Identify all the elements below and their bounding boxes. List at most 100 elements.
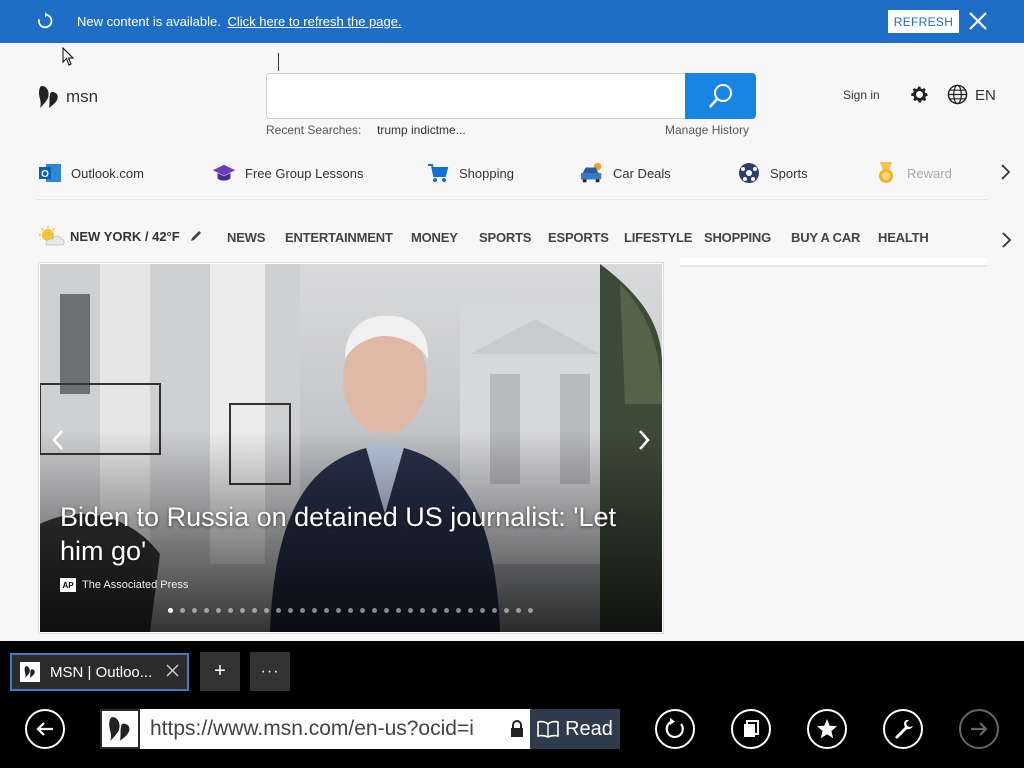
carousel-dot[interactable] — [384, 608, 389, 613]
carousel-dot[interactable] — [192, 608, 197, 613]
carousel-dot[interactable] — [180, 608, 185, 613]
close-icon[interactable] — [968, 11, 988, 31]
reading-view-button[interactable]: Read — [530, 709, 620, 749]
refresh-page-link[interactable]: Click here to refresh the page. — [227, 14, 401, 29]
carousel-dot[interactable] — [492, 608, 497, 613]
nav-sports[interactable]: SPORTS — [479, 230, 531, 245]
carousel-dot[interactable] — [216, 608, 221, 613]
language-selector[interactable]: EN — [975, 87, 996, 104]
text-caret — [278, 53, 279, 71]
carousel-dot[interactable] — [420, 608, 425, 613]
new-tab-button[interactable]: + — [200, 652, 240, 691]
hero-source: AP The Associated Press — [60, 578, 188, 592]
site-favicon-icon — [100, 709, 140, 749]
ap-logo: AP — [60, 578, 76, 592]
manage-history-link[interactable]: Manage History — [665, 123, 749, 137]
carousel-dot[interactable] — [480, 608, 485, 613]
quick-link-rewards[interactable]: Reward — [874, 155, 952, 191]
read-label: Read — [565, 717, 613, 740]
nav-lifestyle[interactable]: LIFESTYLE — [624, 230, 692, 245]
more-tabs-button[interactable]: ··· — [250, 652, 290, 691]
browser-tab[interactable]: MSN | Outloo... — [10, 653, 189, 691]
carousel-dot[interactable] — [228, 608, 233, 613]
partly-sunny-icon — [39, 226, 65, 246]
carousel-dot[interactable] — [312, 608, 317, 613]
gear-icon[interactable] — [909, 84, 930, 105]
carousel-dot[interactable] — [276, 608, 281, 613]
search-button[interactable] — [685, 73, 756, 119]
nav-entertainment[interactable]: ENTERTAINMENT — [285, 230, 393, 245]
carousel-dot[interactable] — [264, 608, 269, 613]
quick-link-shopping[interactable]: Shopping — [426, 155, 514, 191]
msn-logo[interactable]: msn — [38, 84, 98, 110]
chevron-right-icon[interactable] — [999, 163, 1011, 181]
carousel-dot[interactable] — [252, 608, 257, 613]
tabs-button[interactable] — [731, 709, 771, 749]
side-panel — [680, 258, 987, 267]
quick-link-label: Car Deals — [613, 165, 671, 181]
tools-button[interactable] — [883, 709, 923, 749]
quick-link-free-group-lessons[interactable]: Free Group Lessons — [212, 155, 364, 191]
close-icon[interactable] — [166, 664, 179, 677]
nav-buy-a-car[interactable]: BUY A CAR — [791, 230, 860, 245]
favorites-button[interactable] — [807, 709, 847, 749]
pencil-icon[interactable] — [190, 230, 202, 242]
carousel-dot[interactable] — [468, 608, 473, 613]
quick-link-label: Shopping — [459, 165, 514, 181]
quick-link-car-deals[interactable]: Car Deals — [580, 155, 671, 191]
lock-icon[interactable] — [504, 709, 530, 749]
back-button[interactable] — [25, 709, 65, 749]
weather-widget[interactable]: NEW YORK / 42°F — [38, 225, 202, 247]
carousel-dot[interactable] — [324, 608, 329, 613]
star-icon — [817, 719, 837, 739]
butterfly-icon — [39, 86, 58, 108]
carousel-dot[interactable] — [396, 608, 401, 613]
carousel-dot[interactable] — [528, 608, 533, 613]
globe-icon[interactable] — [947, 84, 968, 105]
quick-link-label: Free Group Lessons — [245, 165, 364, 181]
nav-esports[interactable]: ESPORTS — [548, 230, 609, 245]
tab-title: MSN | Outloo... — [50, 663, 153, 681]
carousel-dot[interactable] — [300, 608, 305, 613]
carousel-dot[interactable] — [456, 608, 461, 613]
medal-icon — [874, 161, 898, 185]
carousel-dots — [168, 608, 540, 613]
carousel-dot[interactable] — [408, 608, 413, 613]
recent-search-item[interactable]: trump indictme... — [377, 123, 466, 137]
chevron-left-icon[interactable] — [50, 428, 66, 452]
hero-headline[interactable]: Biden to Russia on detained US journalis… — [60, 500, 650, 568]
refresh-button[interactable]: REFRESH — [888, 10, 959, 33]
nav-shopping[interactable]: SHOPPING — [704, 230, 771, 245]
sign-in-link[interactable]: Sign in — [843, 88, 880, 102]
url-text[interactable]: https://www.msn.com/en-us?ocid=i — [140, 717, 504, 741]
carousel-dot[interactable] — [336, 608, 341, 613]
chevron-right-icon[interactable] — [1000, 231, 1012, 249]
carousel-dot[interactable] — [504, 608, 509, 613]
carousel-dot[interactable] — [432, 608, 437, 613]
nav-health[interactable]: HEALTH — [878, 230, 929, 245]
carousel-dot[interactable] — [348, 608, 353, 613]
book-icon — [537, 720, 559, 738]
nav-money[interactable]: MONEY — [411, 230, 458, 245]
carousel-dot[interactable] — [168, 608, 173, 613]
chevron-right-icon[interactable] — [636, 428, 652, 452]
weather-text: NEW YORK / 42°F — [70, 228, 180, 244]
quick-link-label: Outlook.com — [71, 165, 144, 181]
refresh-icon[interactable] — [36, 12, 54, 30]
nav-news[interactable]: NEWS — [227, 230, 265, 245]
address-bar[interactable]: https://www.msn.com/en-us?ocid=i Read — [100, 709, 620, 749]
carousel-dot[interactable] — [204, 608, 209, 613]
carousel-dot[interactable] — [444, 608, 449, 613]
hero-carousel[interactable]: Biden to Russia on detained US journalis… — [40, 264, 662, 632]
carousel-dot[interactable] — [288, 608, 293, 613]
carousel-dot[interactable] — [360, 608, 365, 613]
quick-link-sports[interactable]: Sports — [737, 155, 808, 191]
reload-button[interactable] — [655, 709, 695, 749]
search-input[interactable] — [266, 73, 686, 119]
forward-button[interactable] — [959, 709, 999, 749]
carousel-dot[interactable] — [240, 608, 245, 613]
wrench-icon — [895, 720, 913, 739]
carousel-dot[interactable] — [372, 608, 377, 613]
carousel-dot[interactable] — [516, 608, 521, 613]
quick-link-outlook[interactable]: O Outlook.com — [38, 155, 144, 191]
